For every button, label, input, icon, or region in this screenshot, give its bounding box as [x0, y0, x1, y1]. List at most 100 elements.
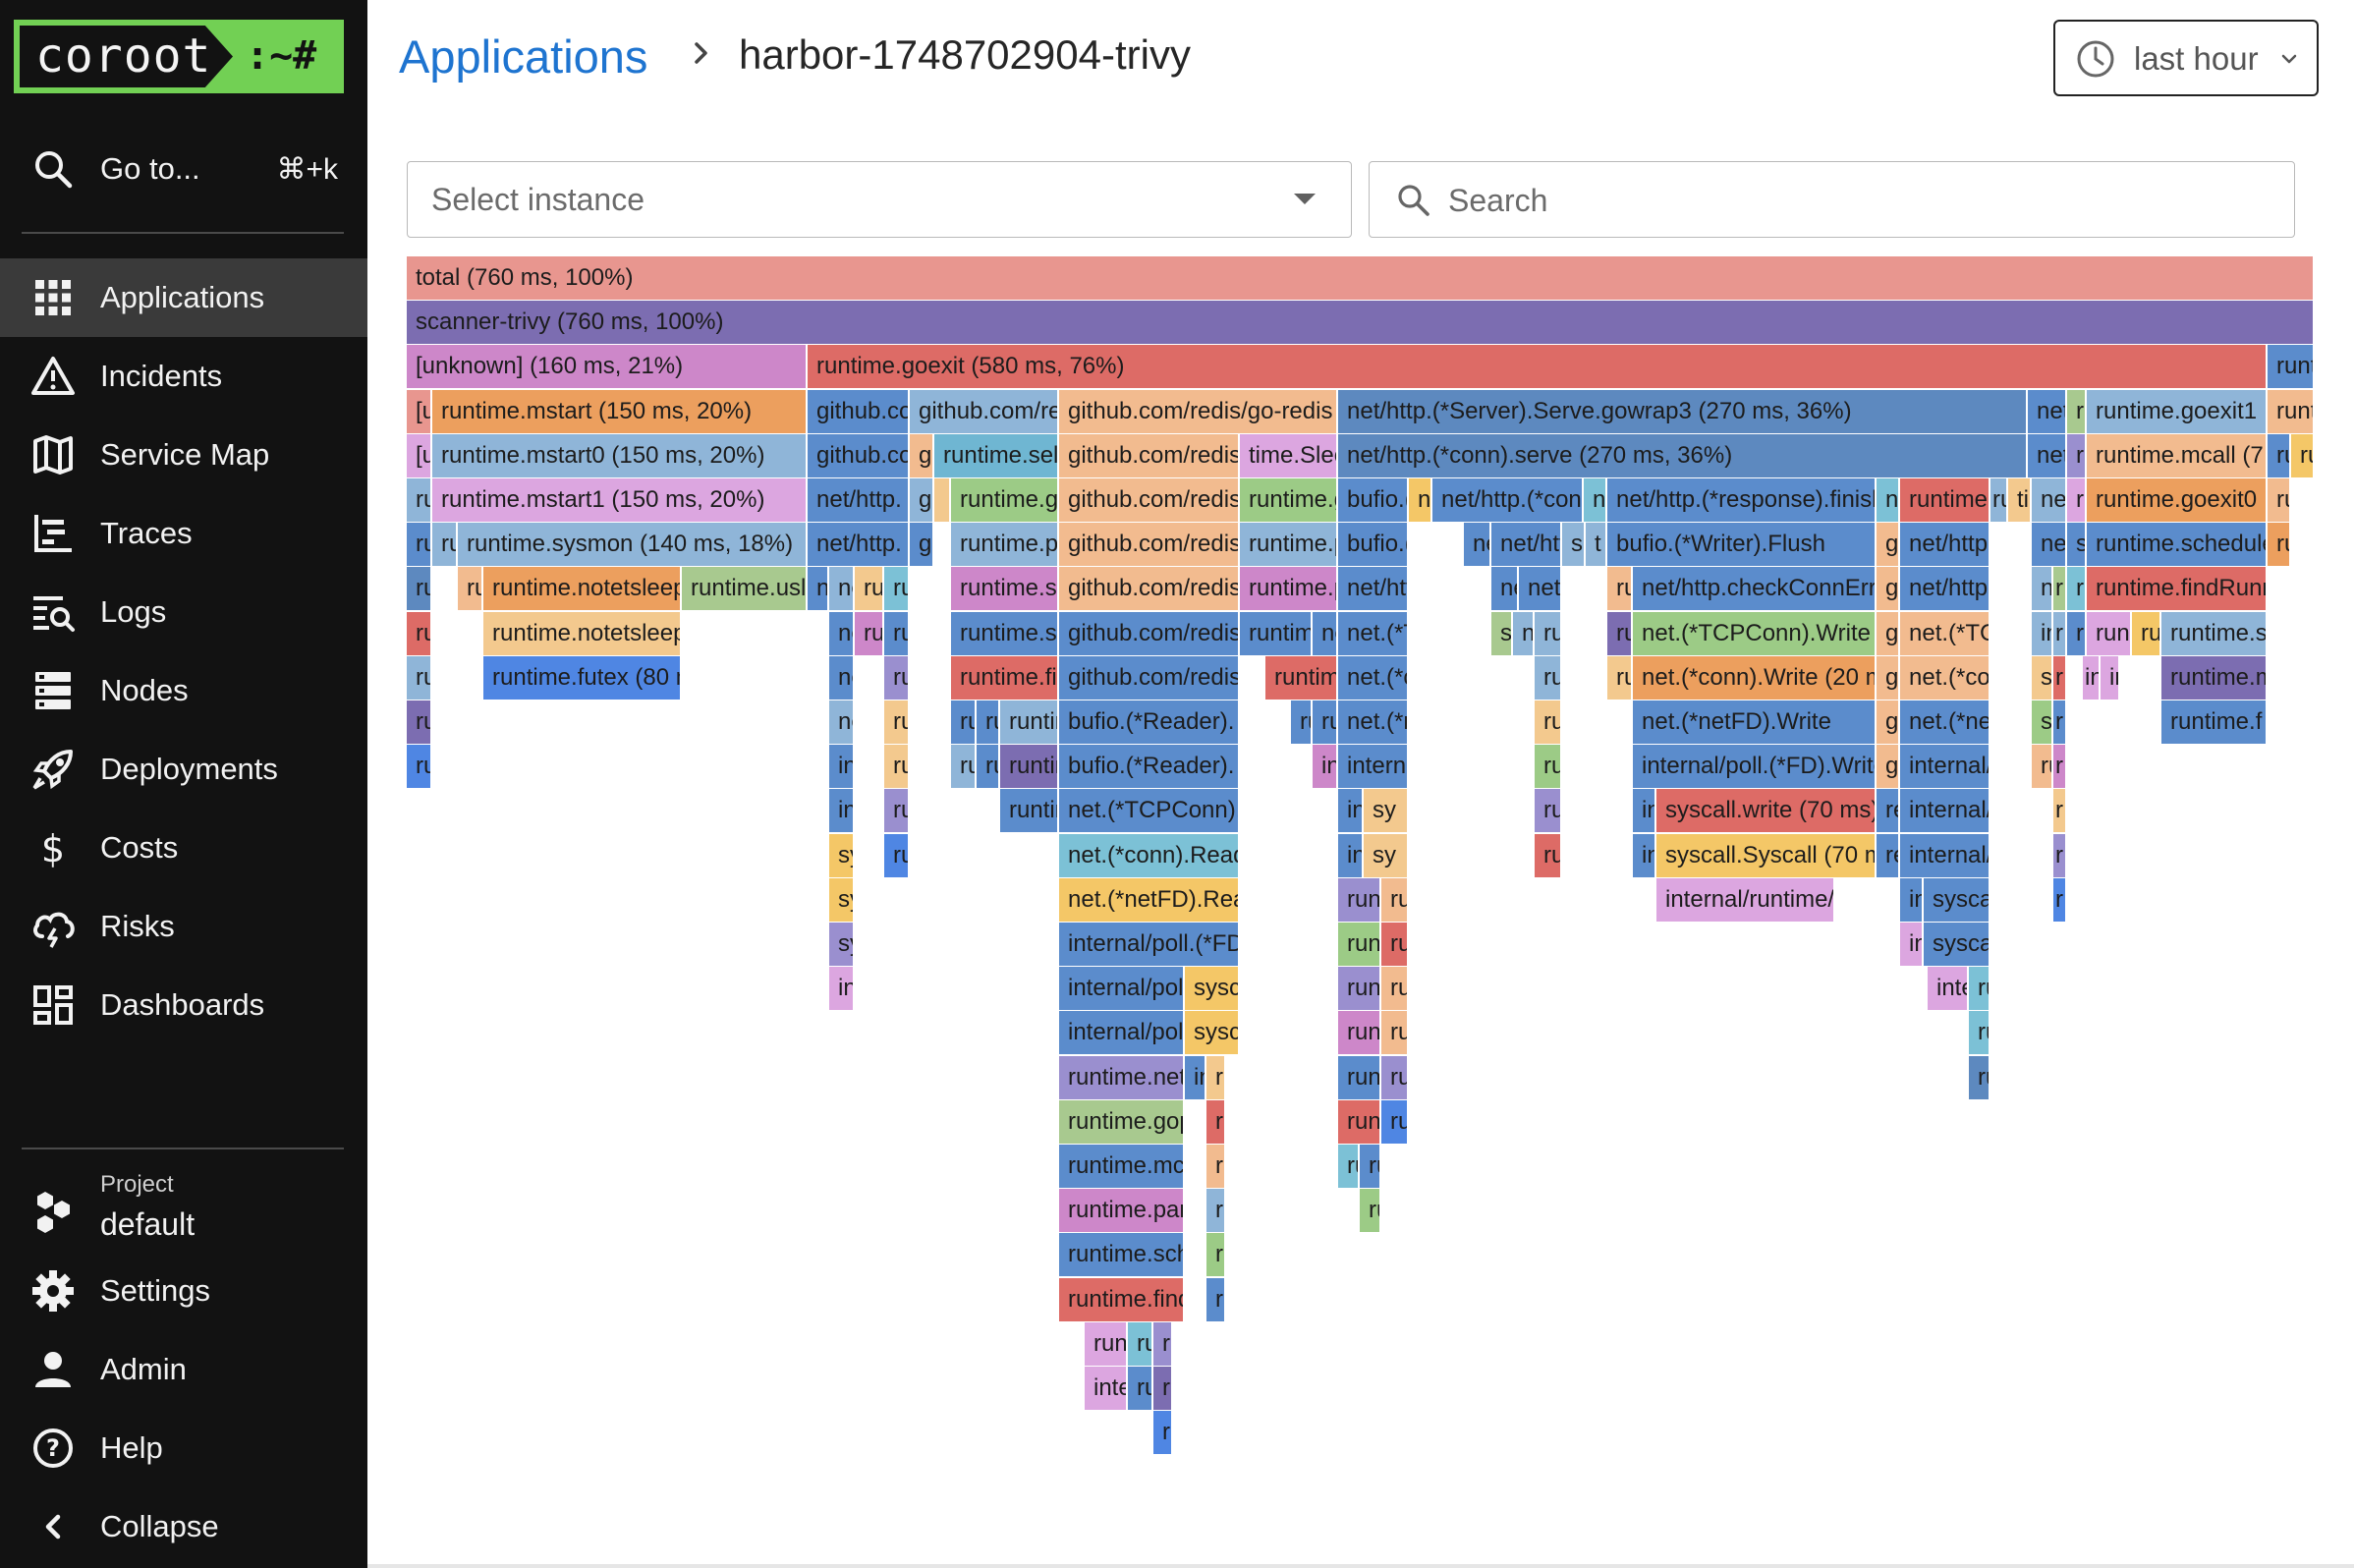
flame-frame[interactable]: github.com/redis — [1059, 655, 1240, 700]
flame-frame[interactable]: runtime.park_m — [951, 523, 1059, 567]
flame-frame[interactable]: runtime.mcall (7 — [2087, 433, 2268, 477]
flame-frame[interactable]: net/ — [1519, 567, 1562, 611]
flame-frame[interactable]: g — [1877, 655, 1900, 700]
flame-frame[interactable]: ru — [2032, 745, 2053, 789]
flame-frame[interactable]: ru — [1206, 1145, 1226, 1188]
flame-frame[interactable]: syscall — [1185, 967, 1240, 1011]
flame-frame[interactable]: ru — [1381, 1099, 1409, 1144]
flame-frame[interactable]: runtime — [1313, 700, 1338, 744]
search-field[interactable] — [1369, 161, 2295, 238]
flame-frame[interactable]: s — [1491, 611, 1513, 655]
flame-frame[interactable]: ru — [1206, 1055, 1226, 1099]
flame-frame[interactable]: sy — [829, 877, 855, 922]
flame-frame[interactable]: runtime — [407, 567, 432, 611]
sidebar-item-applications[interactable]: Applications — [0, 258, 367, 337]
flame-frame[interactable]: [unknown] — [407, 433, 432, 477]
flame-frame[interactable]: github — [910, 478, 934, 522]
flame-frame[interactable]: net/http. — [808, 478, 910, 522]
flame-frame[interactable]: runtime — [855, 567, 884, 611]
flame-frame[interactable]: net/http — [1338, 567, 1409, 611]
flame-frame[interactable]: runtime.mcall — [1059, 1145, 1185, 1188]
flame-frame[interactable]: ru — [1206, 1189, 1226, 1233]
flame-frame[interactable]: r — [2067, 567, 2087, 611]
flame-frame[interactable]: runtime — [2268, 523, 2291, 567]
flame-frame[interactable]: net.(*TCPConn) — [1338, 611, 1409, 655]
flame-frame[interactable]: runtime — [884, 655, 910, 700]
flame-frame[interactable]: sy — [829, 923, 855, 966]
flame-frame[interactable]: runtime — [407, 611, 432, 655]
flame-frame[interactable]: runtime — [884, 567, 910, 611]
flame-frame[interactable]: scanner-trivy (760 ms, 100%) — [407, 301, 2315, 345]
flame-frame[interactable]: in — [1633, 789, 1656, 833]
flame-frame[interactable]: runtime — [1338, 1011, 1381, 1055]
flame-frame[interactable]: net — [2032, 523, 2067, 567]
flame-frame[interactable]: in — [2083, 655, 2101, 700]
flame-frame[interactable]: runtime — [884, 745, 910, 789]
flame-frame[interactable]: runtime — [1338, 923, 1381, 966]
flame-frame[interactable]: runtime.park_m — [1240, 523, 1338, 567]
flame-frame[interactable]: net.(*netFD).Read — [1059, 877, 1240, 922]
sidebar-item-costs[interactable]: $ Costs — [0, 809, 367, 887]
flame-frame[interactable]: r — [2053, 567, 2067, 611]
flame-frame[interactable]: runtime — [951, 700, 977, 744]
flame-frame[interactable]: runtime — [1990, 478, 2008, 522]
flame-frame[interactable]: runtime — [2067, 433, 2087, 477]
flame-frame[interactable]: bufio.(*Writer) — [1338, 523, 1409, 567]
flame-frame[interactable]: internal/poll.(*FD) — [1059, 923, 1240, 966]
flame-frame[interactable]: internal/poll — [1338, 745, 1409, 789]
flame-frame[interactable]: r — [2053, 700, 2067, 744]
flame-frame[interactable]: runtime.netpoll — [1059, 1055, 1185, 1099]
flame-frame[interactable]: syscall.Syscall (70 ms) — [1656, 833, 1877, 877]
flame-frame[interactable]: runtime — [1535, 611, 1562, 655]
flame-frame[interactable]: runtime — [1535, 833, 1562, 877]
flame-frame[interactable]: net/http. — [1900, 567, 1990, 611]
sidebar-item-incidents[interactable]: Incidents — [0, 337, 367, 416]
flame-frame[interactable]: runtime — [2268, 478, 2291, 522]
flame-frame[interactable]: github.com/redis — [1059, 433, 1240, 477]
flame-frame[interactable]: syscall — [1924, 923, 1990, 966]
flame-frame[interactable]: runtime — [1535, 655, 1562, 700]
flame-frame[interactable]: inte — [1928, 967, 1969, 1011]
flame-frame[interactable]: net.(*conn) — [1900, 655, 1990, 700]
flame-frame[interactable]: net/http — [2028, 389, 2067, 433]
flame-frame[interactable]: runtime — [977, 700, 1000, 744]
coroot-logo[interactable]: coroot :~# — [14, 20, 344, 93]
flame-frame[interactable]: net.(*TCPConn) — [1900, 611, 1990, 655]
flame-frame[interactable]: runtime.gopark — [1059, 1099, 1185, 1144]
flame-frame[interactable]: github.com/redis — [1059, 523, 1240, 567]
flame-frame[interactable]: github — [910, 433, 934, 477]
flame-frame[interactable]: internal/poll.(*FD).Write — [1633, 745, 1877, 789]
flame-frame[interactable]: internal/poll — [1900, 833, 1990, 877]
flame-frame[interactable]: runtime — [2291, 433, 2315, 477]
flame-frame[interactable]: internal/poll — [1059, 1011, 1185, 1055]
flame-frame[interactable]: runtime — [1338, 877, 1381, 922]
flame-frame[interactable]: r — [2053, 833, 2067, 877]
flame-frame[interactable]: ru — [1128, 1321, 1153, 1366]
flame-frame[interactable]: runtime — [2268, 389, 2315, 433]
flame-frame[interactable]: runtime — [1085, 1321, 1128, 1366]
flame-frame[interactable]: ru — [1381, 877, 1409, 922]
flame-frame[interactable]: [unknown] — [407, 389, 432, 433]
flame-frame[interactable]: runtime.goexit (580 ms, 76%) — [808, 345, 2268, 389]
flame-frame[interactable] — [934, 478, 951, 522]
flame-frame[interactable]: in — [829, 745, 855, 789]
flame-frame[interactable]: internal/poll — [1900, 789, 1990, 833]
flame-frame[interactable]: bufio.(*Writer).Flush — [1607, 523, 1877, 567]
flame-frame[interactable]: in — [2032, 611, 2053, 655]
flame-frame[interactable]: runtime.mstart0 (150 ms, 20%) — [432, 433, 808, 477]
flame-frame[interactable]: runtime.findRunnable — [2087, 567, 2268, 611]
flame-frame[interactable]: in — [1900, 877, 1924, 922]
search-input[interactable] — [1446, 174, 2256, 227]
flame-frame[interactable]: re — [1877, 833, 1900, 877]
flame-frame[interactable]: g — [1877, 745, 1900, 789]
flame-frame[interactable]: runtime — [1000, 789, 1059, 833]
flame-frame[interactable]: runtime.mcall — [1900, 478, 1990, 522]
flame-frame[interactable]: runtime.m — [2161, 655, 2268, 700]
flame-frame[interactable]: net.(*TCPConn).Write — [1633, 611, 1877, 655]
flame-frame[interactable]: github — [910, 523, 934, 567]
instance-select[interactable]: Select instance — [407, 161, 1352, 238]
flame-frame[interactable]: runtime — [884, 789, 910, 833]
sidebar-item-dashboards[interactable]: Dashboards — [0, 966, 367, 1044]
flame-frame[interactable]: in — [2101, 655, 2120, 700]
flame-frame[interactable]: in — [1313, 745, 1338, 789]
